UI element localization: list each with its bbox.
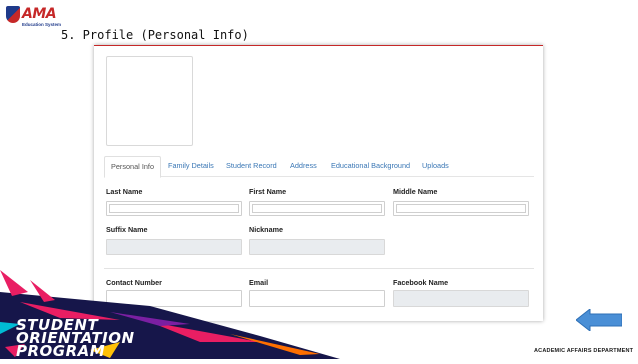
tab-personal-info[interactable]: Personal Info <box>104 156 161 178</box>
slide-title: 5. Profile (Personal Info) <box>61 28 249 42</box>
logo-subtitle: Education System <box>22 22 62 27</box>
last-name-field[interactable] <box>106 201 242 216</box>
tab-uploads[interactable]: Uploads <box>422 156 449 176</box>
shield-icon <box>6 6 20 23</box>
logo-brand: AMA <box>22 6 57 22</box>
profile-photo[interactable] <box>106 56 193 146</box>
suffix-name-label: Suffix Name <box>106 225 148 234</box>
tab-family-details[interactable]: Family Details <box>168 156 214 176</box>
banner-line-3: PROGRAM <box>16 342 106 360</box>
tab-student-record[interactable]: Student Record <box>226 156 277 176</box>
first-name-field[interactable] <box>249 201 385 216</box>
nickname-field[interactable] <box>249 239 385 255</box>
profile-tabs: Personal Info Family Details Student Rec… <box>104 156 534 178</box>
tab-address[interactable]: Address <box>290 156 317 176</box>
middle-name-label: Middle Name <box>393 187 438 196</box>
last-name-label: Last Name <box>106 187 143 196</box>
department-label: ACADEMIC AFFAIRS DEPARTMENT <box>534 348 634 354</box>
middle-name-field[interactable] <box>393 201 529 216</box>
facebook-name-label: Facebook Name <box>393 278 449 287</box>
ama-logo: AMA Education System <box>6 6 64 30</box>
suffix-name-field[interactable] <box>106 239 242 255</box>
orientation-banner: STUDENT ORIENTATION PROGRAM <box>0 262 340 359</box>
arrow-left-icon[interactable] <box>576 309 622 331</box>
first-name-label: First Name <box>249 187 287 196</box>
facebook-name-field[interactable] <box>393 290 529 307</box>
tab-educational-background[interactable]: Educational Background <box>331 156 410 176</box>
nickname-label: Nickname <box>249 225 283 234</box>
